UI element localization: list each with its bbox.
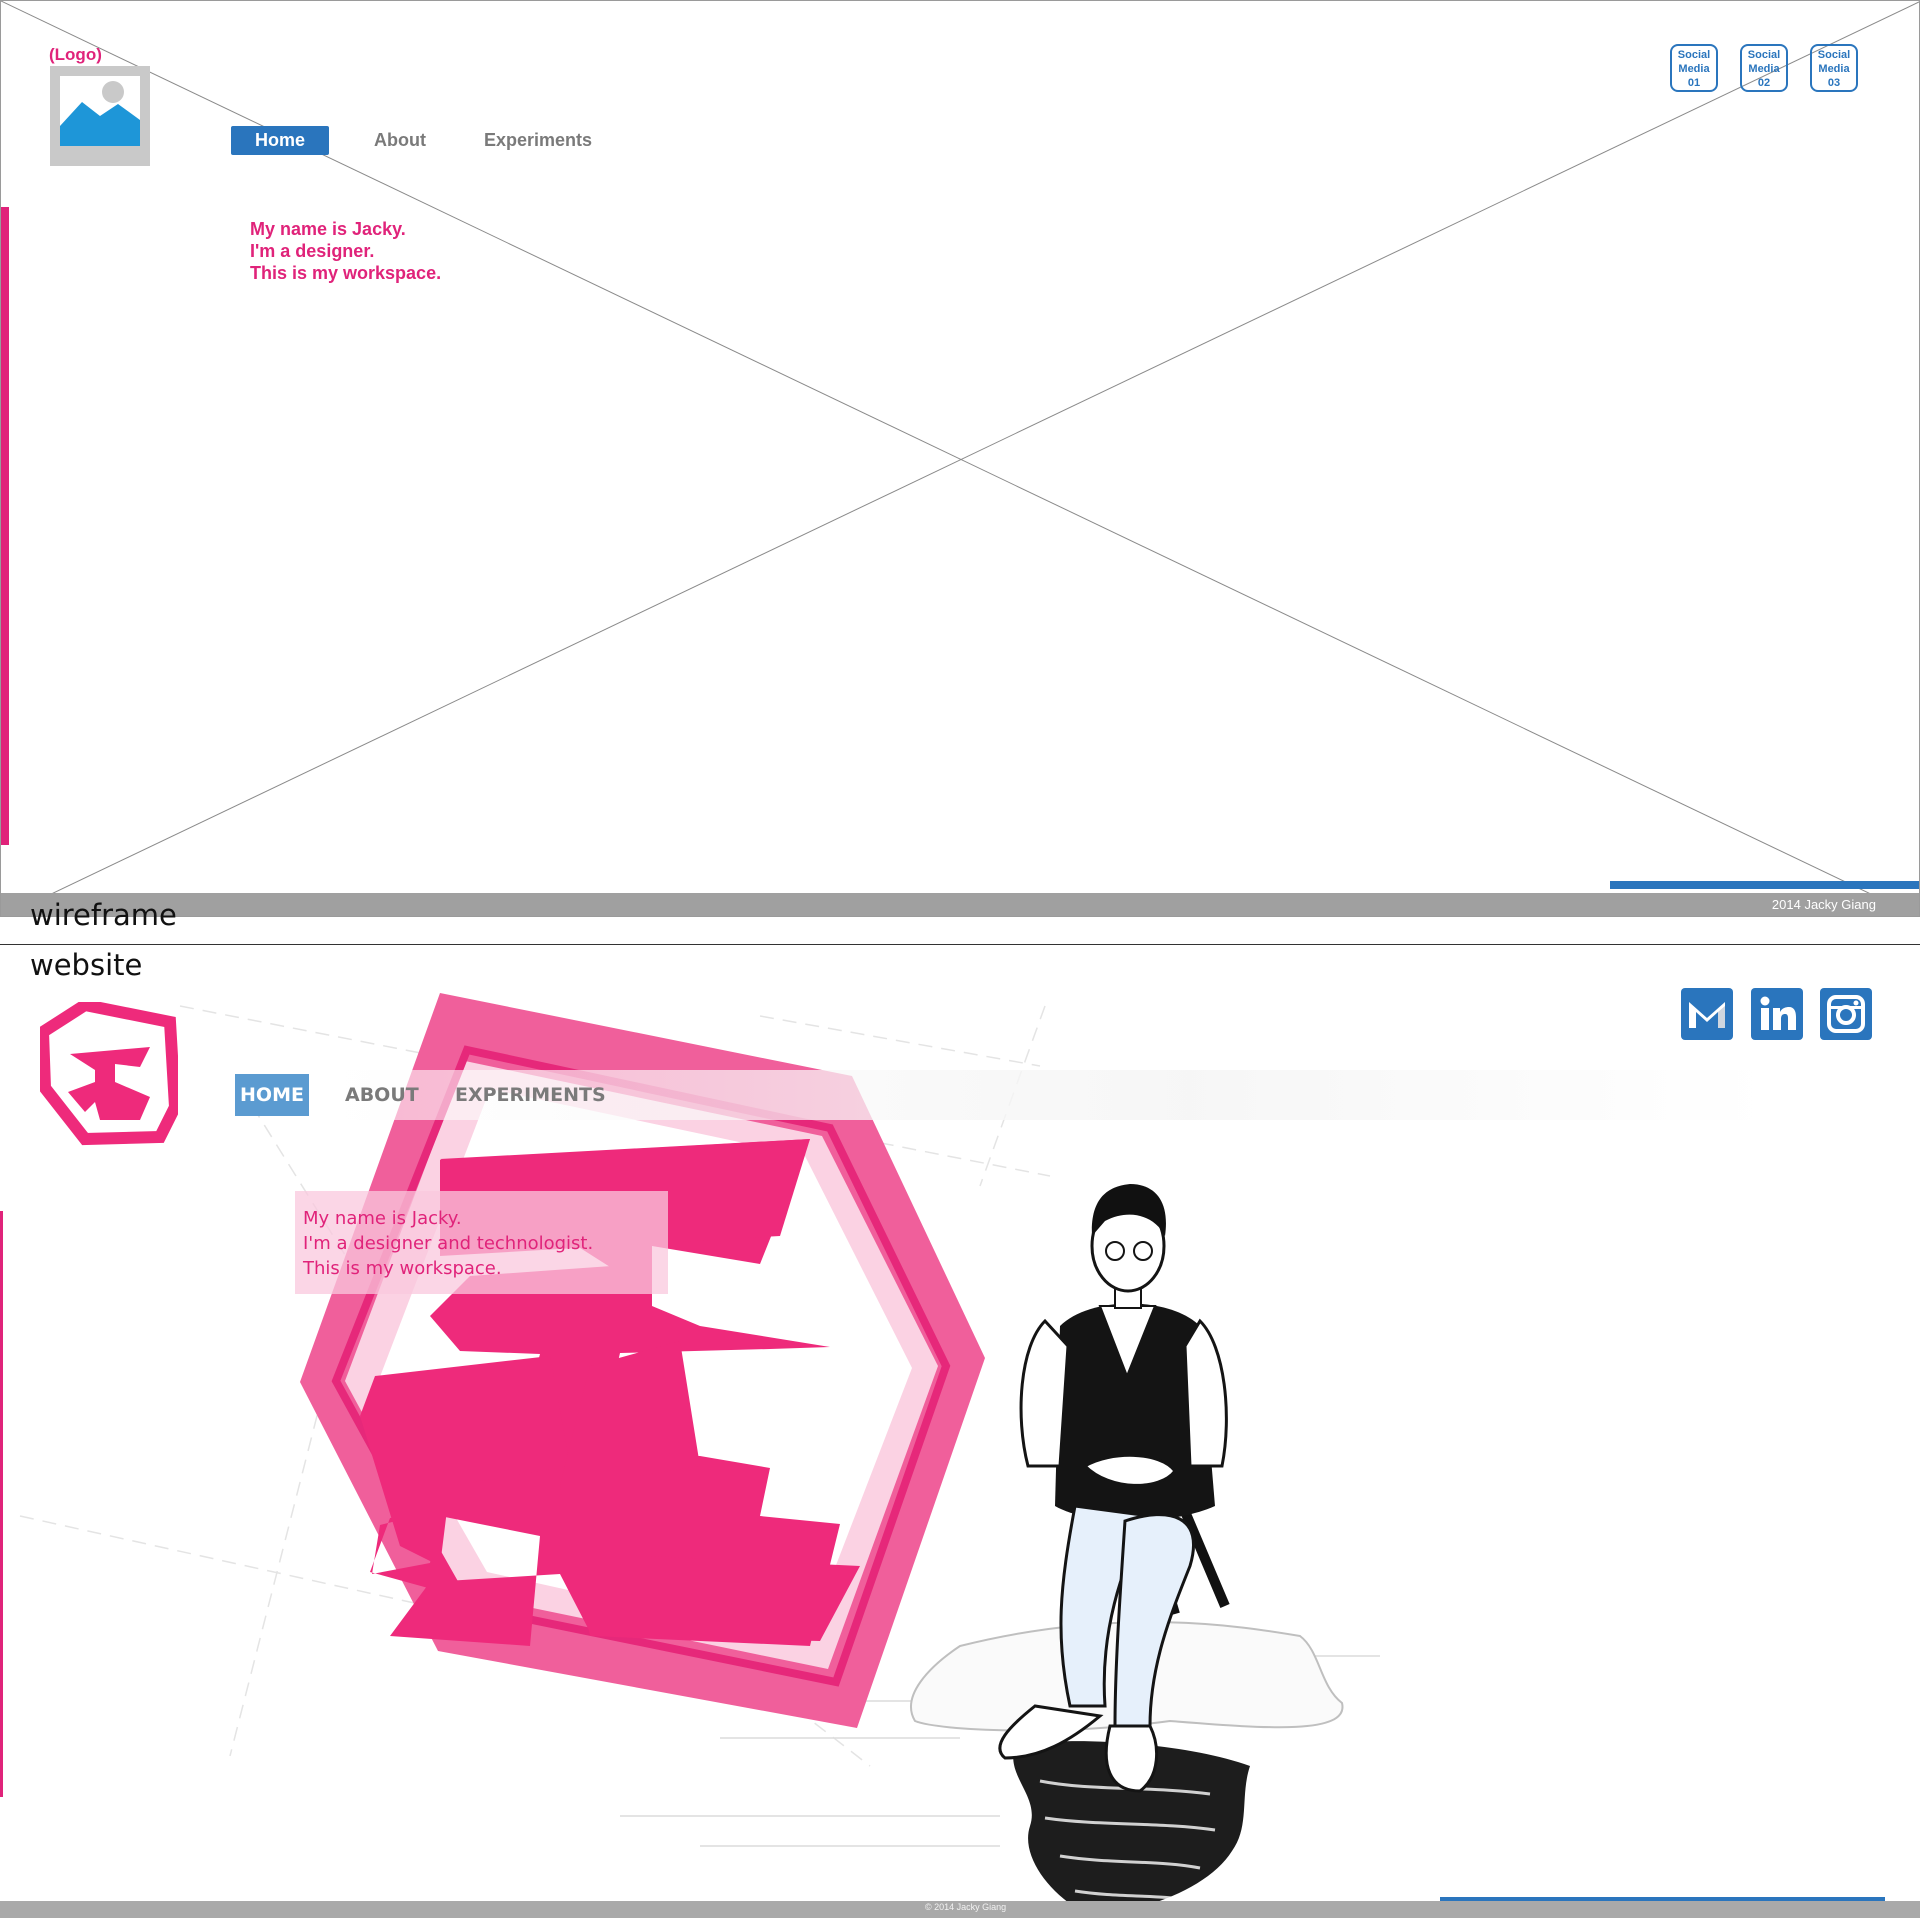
divider	[0, 944, 1920, 945]
social-label-line: Media	[1678, 63, 1710, 75]
social-media-01-button[interactable]: Social Media 01	[1670, 44, 1718, 92]
site-logo[interactable]	[40, 1002, 178, 1150]
social-media-02-button[interactable]: Social Media 02	[1740, 44, 1788, 92]
intro-line-3: This is my workspace.	[303, 1258, 502, 1279]
social-label-line: Media	[1818, 63, 1850, 75]
intro-line-2: I'm a designer and technologist.	[303, 1233, 594, 1254]
nav-experiments[interactable]: Experiments	[484, 126, 592, 155]
nav-experiments[interactable]: EXPERIMENTS	[455, 1074, 606, 1116]
accent-bar	[1, 207, 9, 845]
mail-icon[interactable]	[1681, 988, 1733, 1040]
intro-line-3: This is my workspace.	[250, 263, 442, 283]
website-panel: HOME ABOUT EXPERIMENTS My name is Jacky.…	[0, 946, 1920, 1920]
intro-line-2: I'm a designer.	[250, 241, 375, 261]
wireframe-panel: (Logo) Home About Experiments My name is…	[0, 0, 1920, 917]
footer	[1, 893, 1919, 916]
footer-accent-bar	[1610, 881, 1919, 889]
social-label-line: Social	[1817, 49, 1851, 61]
footer-copyright: 2014 Jacky Giang	[1771, 897, 1876, 912]
logo-placeholder-image[interactable]	[50, 66, 150, 166]
social-media-03-button[interactable]: Social Media 03	[1810, 44, 1858, 92]
caption-website: website	[30, 948, 143, 982]
nav-about[interactable]: ABOUT	[345, 1074, 419, 1116]
instagram-icon[interactable]	[1820, 988, 1872, 1040]
social-label-line: Social	[1677, 49, 1711, 61]
intro-line-1: My name is Jacky.	[303, 1208, 462, 1229]
intro-line-1: My name is Jacky.	[250, 219, 406, 239]
social-label-line: 01	[1687, 77, 1701, 89]
nav-about[interactable]: About	[374, 126, 426, 155]
accent-bar	[0, 1211, 3, 1797]
nav-home[interactable]: HOME	[235, 1074, 309, 1116]
social-label-line: 03	[1827, 77, 1841, 89]
social-label-line: 02	[1757, 77, 1771, 89]
image-icon	[60, 76, 140, 146]
caption-wireframe: wireframe	[30, 898, 177, 932]
nav-home[interactable]: Home	[231, 126, 329, 155]
linkedin-icon[interactable]	[1751, 988, 1803, 1040]
footer-copyright: © 2014 Jacky Giang	[925, 1902, 1007, 1912]
social-label-line: Media	[1748, 63, 1780, 75]
logo-label: (Logo)	[49, 45, 102, 64]
social-label-line: Social	[1747, 49, 1781, 61]
